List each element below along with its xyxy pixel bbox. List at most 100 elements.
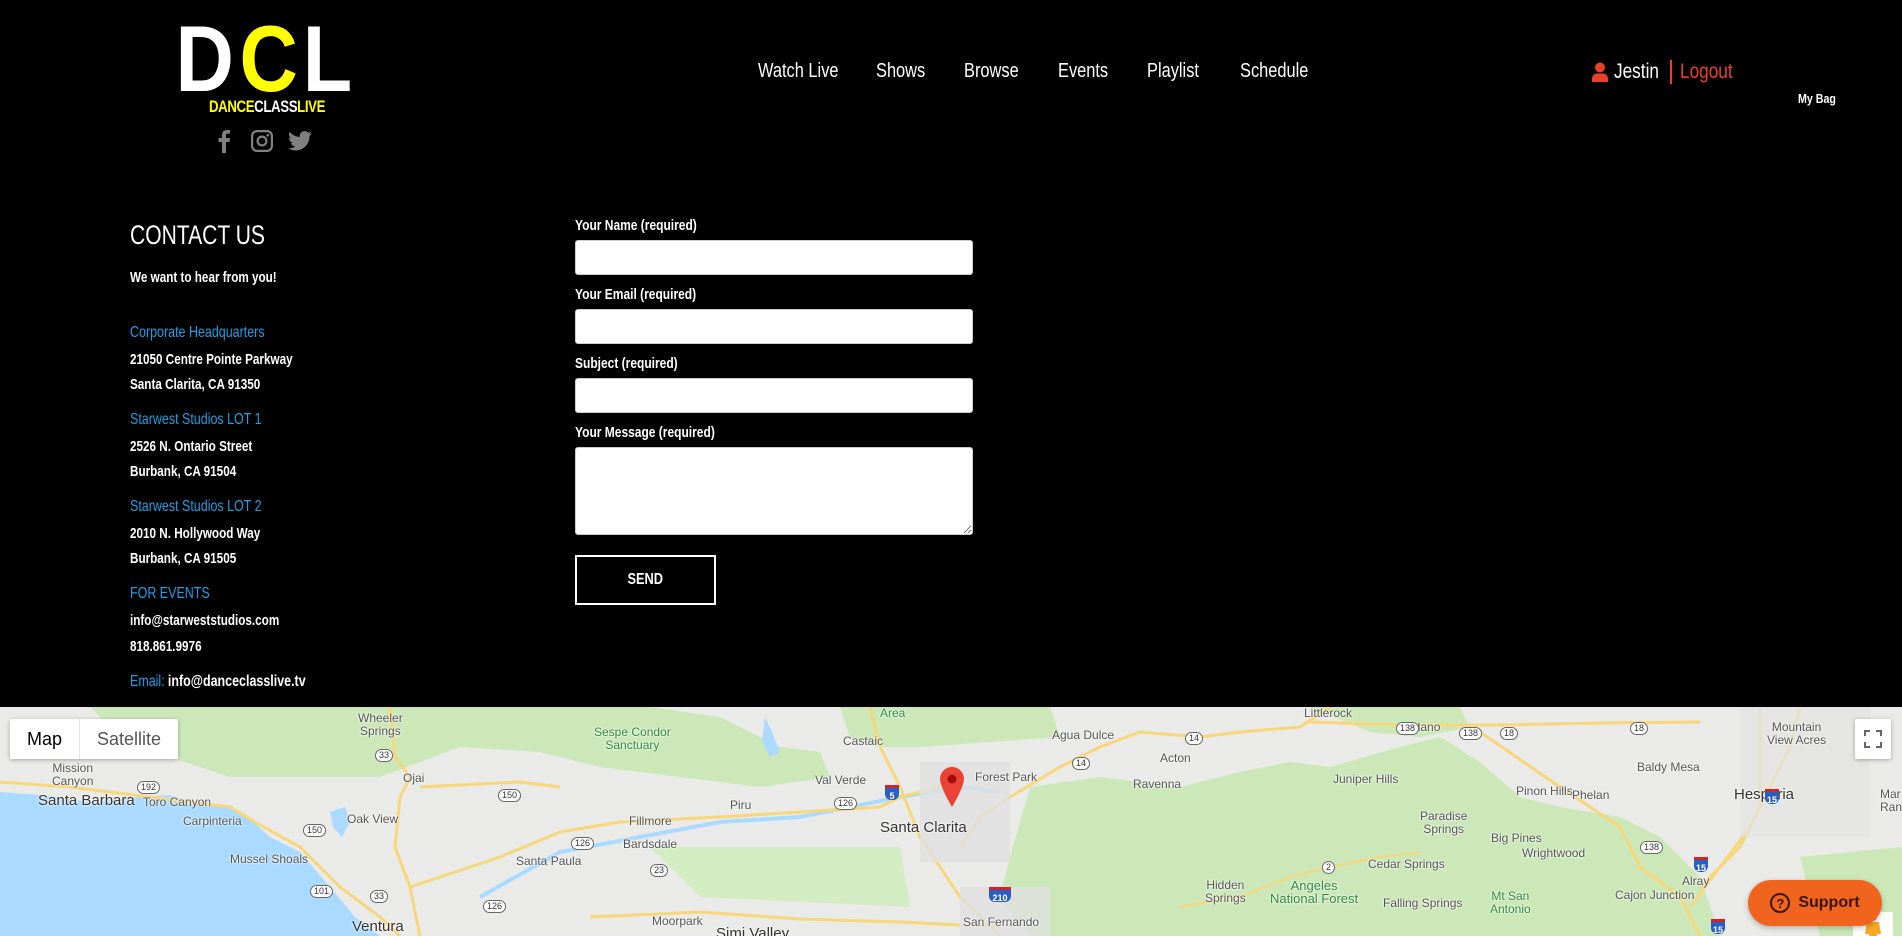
route-shield: 138 [1640, 841, 1664, 854]
map-label: Castaic [843, 734, 884, 748]
interstate-shield: 15 [1711, 919, 1725, 935]
logo-wordmark: DANCECLASSLIVE [208, 97, 326, 116]
instagram-icon[interactable] [250, 128, 274, 154]
send-button[interactable]: SEND [575, 555, 716, 605]
logo-word: DANCE [208, 97, 255, 116]
map-label: Area [880, 707, 906, 720]
page-title: CONTACT US [130, 220, 265, 250]
map-label: Mussel Shoals [230, 852, 309, 866]
subject-input[interactable] [575, 378, 973, 413]
map-label: Mountain View Acres [1767, 720, 1827, 747]
map-label: Hidden Springs [1205, 878, 1246, 905]
location-heading: Corporate Headquarters [130, 324, 265, 341]
route-shield: 126 [483, 900, 507, 913]
map-type-control: Map Satellite [10, 719, 179, 759]
route-shield: 126 [571, 837, 595, 850]
map-label: Val Verde [815, 773, 867, 787]
google-map[interactable]: Wheeler Springs Sespe Condor Sanctuary Are… [0, 707, 1902, 936]
email-label: Email: [130, 673, 165, 690]
interstate-shield: 210 [989, 887, 1011, 903]
location-heading: Starwest Studios LOT 1 [130, 411, 262, 428]
map-label: Phelan [1572, 788, 1610, 802]
nav-shows[interactable]: Shows [876, 60, 925, 83]
map-label: Santa Clarita [880, 819, 967, 836]
logo-word: CLASS [254, 97, 298, 116]
satellite-view-button[interactable]: Satellite [79, 719, 179, 759]
logo-letter: L [302, 6, 352, 111]
map-label: Wrightwood [1522, 846, 1586, 860]
events-phone: 818.861.9976 [130, 638, 202, 655]
map-label: Cajon Junction [1615, 888, 1695, 902]
email-row: Email: info@danceclasslive.tv [130, 673, 306, 691]
logout-link[interactable]: Logout [1680, 60, 1733, 84]
map-view-button[interactable]: Map [10, 719, 80, 759]
fullscreen-icon[interactable] [1855, 719, 1891, 759]
map-label: Cedar Springs [1368, 857, 1445, 871]
site-logo[interactable]: D C L DANCECLASSLIVE [176, 6, 352, 116]
map-label: Forest Park [975, 770, 1038, 784]
nav-events[interactable]: Events [1058, 60, 1108, 83]
route-shield: 138 [1396, 722, 1420, 735]
interstate-shield: 15 [1765, 789, 1779, 805]
route-shield: 192 [137, 781, 161, 794]
map-label: Agua Dulce [1052, 728, 1115, 742]
nav-schedule[interactable]: Schedule [1240, 60, 1308, 83]
map-label: Moorpark [652, 914, 703, 928]
nav-watch-live[interactable]: Watch Live [758, 60, 839, 83]
facebook-icon[interactable] [212, 128, 236, 154]
address-line: 21050 Centre Pointe Parkway [130, 351, 293, 368]
map-label: Wheeler Springs [358, 711, 403, 738]
map-label: Acton [1160, 751, 1191, 765]
divider [1670, 60, 1672, 84]
address-line: Burbank, CA 91505 [130, 550, 237, 567]
route-shield: 18 [1500, 727, 1519, 740]
route-shield: 138 [1459, 727, 1483, 740]
twitter-icon[interactable] [288, 128, 312, 154]
map-pin-icon[interactable] [940, 767, 964, 807]
map-label: Alray [1682, 874, 1710, 888]
map-label: San Fernando [963, 915, 1040, 929]
nav-playlist[interactable]: Playlist [1147, 60, 1199, 83]
route-shield: 126 [834, 797, 858, 810]
social-links [212, 128, 312, 154]
map-label: Ventura [352, 918, 404, 935]
map-label: Santa Barbara [38, 792, 135, 809]
map-label: Santa Paula [516, 854, 582, 868]
map-label: Sespe Condor Sanctuary [594, 725, 671, 752]
events-heading: FOR EVENTS [130, 585, 210, 602]
events-email-link[interactable]: info@starweststudios.com [130, 612, 279, 629]
map-label: Ojai [403, 771, 425, 785]
map-label: Mission Canyon [52, 761, 94, 788]
map-label: Juniper Hills [1333, 772, 1399, 786]
email-link[interactable]: info@danceclasslive.tv [168, 673, 306, 690]
map-label: Paradise Springs [1420, 809, 1468, 836]
logo-letter: C [239, 6, 298, 111]
map-label: Fillmore [629, 814, 672, 828]
name-input[interactable] [575, 240, 973, 275]
map-label: Simi Valley [716, 925, 790, 936]
map-label: Pinon Hills [1516, 784, 1573, 798]
address-line: Burbank, CA 91504 [130, 463, 237, 480]
map-label: Big Pines [1491, 831, 1542, 845]
map-label: Piru [730, 798, 752, 812]
username-link[interactable]: Jestin [1614, 60, 1659, 84]
address-line: Santa Clarita, CA 91350 [130, 376, 261, 393]
logo-word: LIVE [297, 97, 326, 116]
address-line: 2526 N. Ontario Street [130, 438, 253, 455]
address-line: 2010 N. Hollywood Way [130, 525, 261, 542]
map-label: Angeles National Forest [1270, 878, 1359, 906]
email-label: Your Email (required) [575, 286, 697, 303]
support-button[interactable]: ? Support [1748, 880, 1882, 926]
subject-label: Subject (required) [575, 355, 678, 372]
location-heading: Starwest Studios LOT 2 [130, 498, 262, 515]
intro-text: We want to hear from you! [130, 269, 277, 286]
route-shield: 33 [375, 749, 394, 762]
map-label: Oak View [347, 812, 399, 826]
support-label: Support [1798, 894, 1860, 911]
route-shield: 101 [310, 885, 334, 898]
nav-browse[interactable]: Browse [964, 60, 1019, 83]
message-label: Your Message (required) [575, 424, 715, 441]
message-textarea[interactable] [575, 447, 973, 535]
my-bag-link[interactable]: My Bag [1798, 91, 1836, 106]
email-input[interactable] [575, 309, 973, 344]
